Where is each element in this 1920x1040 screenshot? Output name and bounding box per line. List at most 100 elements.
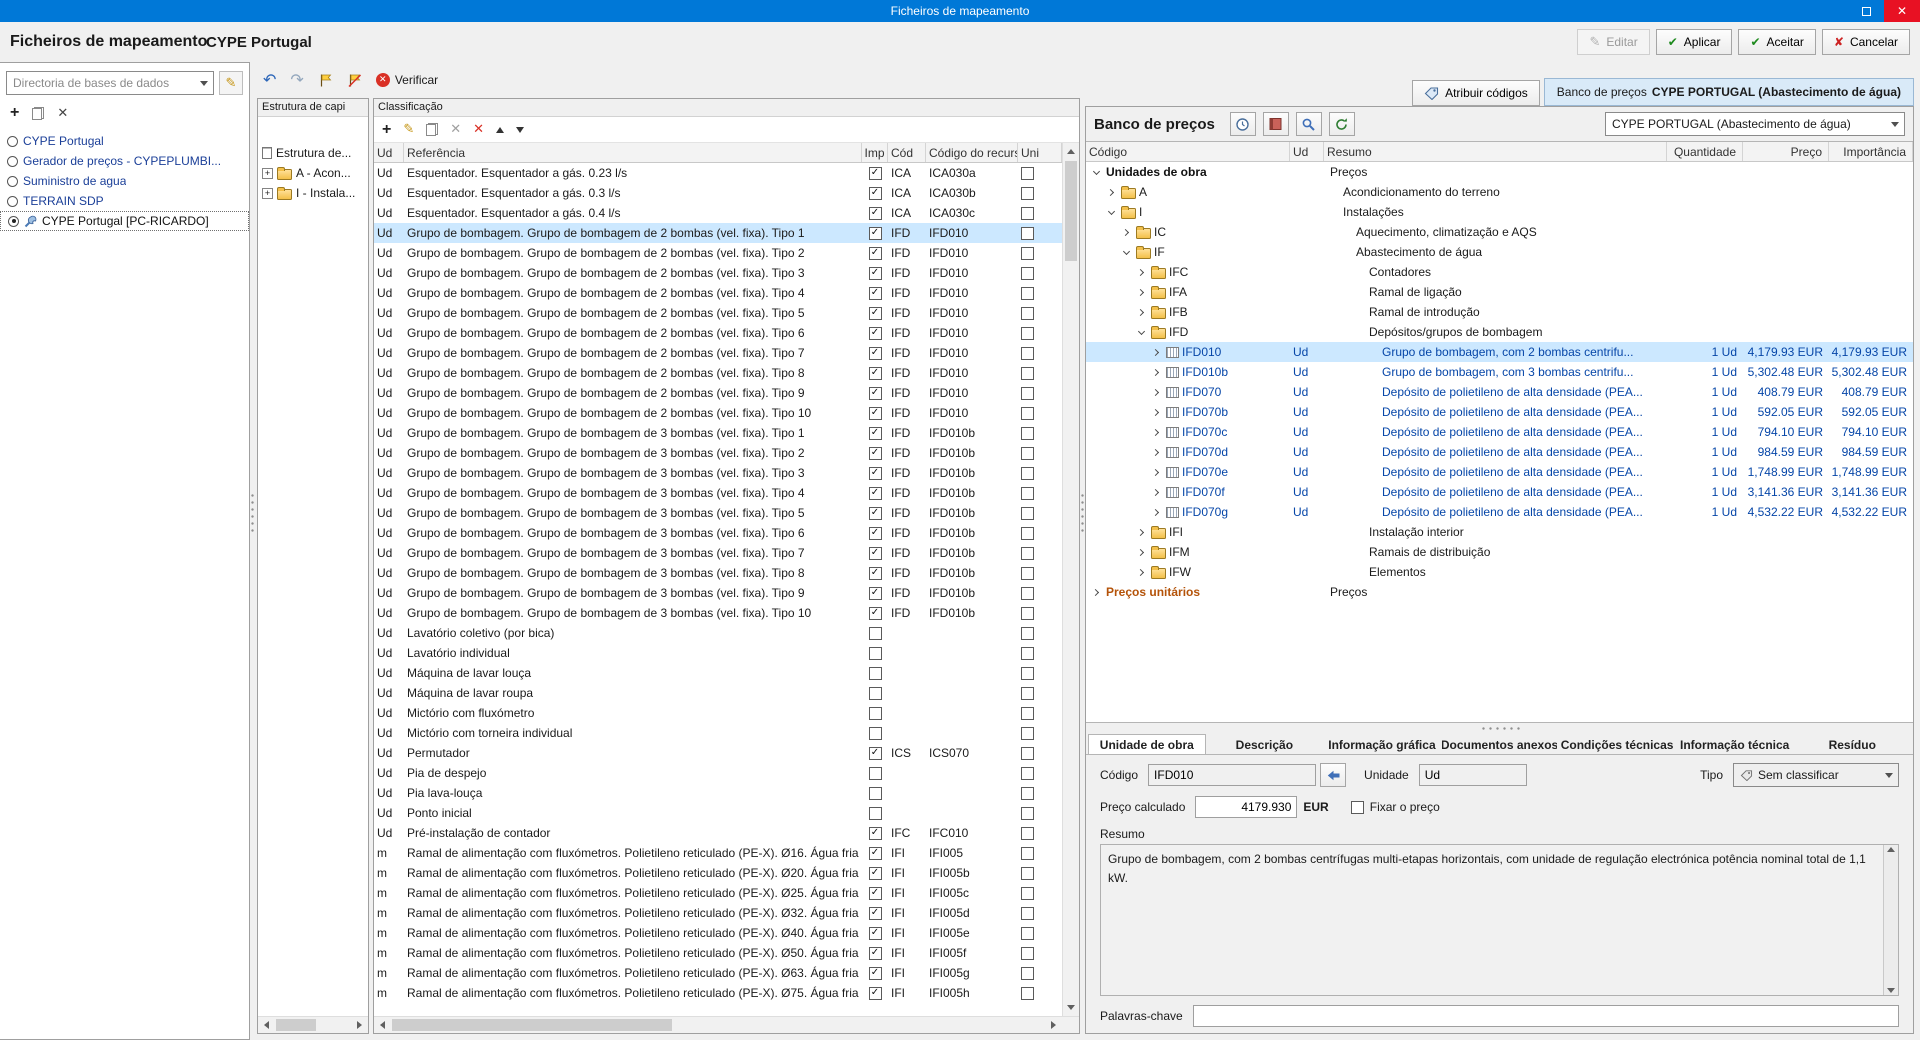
edit-row-icon[interactable]: ✎ bbox=[403, 123, 414, 136]
checkbox[interactable] bbox=[869, 807, 882, 820]
checkbox[interactable] bbox=[1021, 787, 1034, 800]
checkbox[interactable] bbox=[1021, 807, 1034, 820]
restore-button[interactable] bbox=[1848, 0, 1884, 22]
close-button[interactable]: ✕ bbox=[1884, 0, 1920, 22]
classificacao-row[interactable]: UdGrupo de bombagem. Grupo de bombagem d… bbox=[374, 563, 1062, 583]
banco-row[interactable]: IFD010bUdGrupo de bombagem, com 3 bombas… bbox=[1086, 362, 1913, 382]
checkbox[interactable] bbox=[1021, 207, 1034, 220]
banco-row[interactable]: IFD070gUdDepósito de polietileno de alta… bbox=[1086, 502, 1913, 522]
banco-row[interactable]: Unidades de obraPreços bbox=[1086, 162, 1913, 182]
col-uni[interactable]: Uni bbox=[1018, 143, 1062, 162]
copy-row-icon[interactable] bbox=[426, 123, 438, 136]
checkbox[interactable] bbox=[1021, 167, 1034, 180]
tab-informa-o-t-cnica[interactable]: Informação técnica bbox=[1676, 734, 1794, 754]
banco-row[interactable]: IFBRamal de introdução bbox=[1086, 302, 1913, 322]
checkbox[interactable] bbox=[1021, 727, 1034, 740]
classificacao-row[interactable]: mRamal de alimentação com fluxómetros. P… bbox=[374, 943, 1062, 963]
fixar-preco-checkbox[interactable] bbox=[1351, 801, 1364, 814]
tipo-dropdown[interactable]: Sem classificar bbox=[1733, 763, 1899, 787]
col-quantidade[interactable]: Quantidade bbox=[1667, 142, 1743, 161]
checkbox[interactable] bbox=[1021, 427, 1034, 440]
banco-row[interactable]: Preços unitáriosPreços bbox=[1086, 582, 1913, 602]
classificacao-row[interactable]: mRamal de alimentação com fluxómetros. P… bbox=[374, 883, 1062, 903]
banco-row[interactable]: AAcondicionamento do terreno bbox=[1086, 182, 1913, 202]
verificar-button[interactable]: ✕ Verificar bbox=[376, 73, 438, 87]
checkbox[interactable] bbox=[1021, 527, 1034, 540]
classificacao-row[interactable]: mRamal de alimentação com fluxómetros. P… bbox=[374, 903, 1062, 923]
checkbox[interactable]: ✓ bbox=[869, 427, 882, 440]
aplicar-button[interactable]: ✔ Aplicar bbox=[1656, 29, 1733, 55]
scroll-right-icon[interactable] bbox=[351, 1017, 368, 1033]
checkbox[interactable]: ✓ bbox=[869, 227, 882, 240]
checkbox[interactable]: ✓ bbox=[869, 567, 882, 580]
col-codigo-recurso[interactable]: Código do recurso bbox=[926, 143, 1018, 162]
banco-dropdown[interactable]: CYPE PORTUGAL (Abastecimento de água) bbox=[1605, 112, 1905, 136]
left-splitter[interactable] bbox=[250, 62, 255, 1040]
database-list-item[interactable]: Suministro de agua bbox=[0, 171, 249, 191]
estrutura-node[interactable]: +I - Instala... bbox=[258, 183, 368, 203]
palavras-chave-input[interactable] bbox=[1193, 1005, 1899, 1027]
banco-row[interactable]: IFWElementos bbox=[1086, 562, 1913, 582]
tab-unidade-de-obra[interactable]: Unidade de obra bbox=[1088, 734, 1206, 754]
col-importancia[interactable]: Importância bbox=[1829, 142, 1913, 161]
expand-icon[interactable] bbox=[1104, 190, 1118, 195]
checkbox[interactable] bbox=[869, 767, 882, 780]
expand-icon[interactable] bbox=[1089, 590, 1103, 595]
checkbox[interactable]: ✓ bbox=[869, 467, 882, 480]
expand-icon[interactable] bbox=[1149, 490, 1163, 495]
collapse-icon[interactable] bbox=[1089, 171, 1103, 174]
checkbox[interactable]: ✓ bbox=[869, 967, 882, 980]
classificacao-row[interactable]: UdGrupo de bombagem. Grupo de bombagem d… bbox=[374, 483, 1062, 503]
banco-row[interactable]: ICAquecimento, climatização e AQS bbox=[1086, 222, 1913, 242]
expand-icon[interactable] bbox=[1149, 430, 1163, 435]
expand-icon[interactable] bbox=[1134, 270, 1148, 275]
col-cod[interactable]: Cód bbox=[888, 143, 926, 162]
banco-row[interactable]: IFD070eUdDepósito de polietileno de alta… bbox=[1086, 462, 1913, 482]
checkbox[interactable]: ✓ bbox=[869, 867, 882, 880]
checkbox[interactable] bbox=[1021, 907, 1034, 920]
tab-res-duo[interactable]: Resíduo bbox=[1793, 734, 1911, 754]
expand-icon[interactable] bbox=[1134, 550, 1148, 555]
classificacao-row[interactable]: mRamal de alimentação com fluxómetros. P… bbox=[374, 963, 1062, 983]
classificacao-row[interactable]: UdMictório com torneira individual bbox=[374, 723, 1062, 743]
checkbox[interactable] bbox=[1021, 347, 1034, 360]
checkbox[interactable] bbox=[1021, 767, 1034, 780]
checkbox[interactable] bbox=[1021, 187, 1034, 200]
redo-icon[interactable]: ↷ bbox=[290, 72, 303, 88]
copy-code-button[interactable] bbox=[1320, 763, 1346, 787]
classificacao-row[interactable]: mRamal de alimentação com fluxómetros. P… bbox=[374, 983, 1062, 1003]
scrollbar-thumb[interactable] bbox=[392, 1019, 672, 1031]
checkbox[interactable] bbox=[1021, 387, 1034, 400]
checkbox[interactable]: ✓ bbox=[869, 287, 882, 300]
classificacao-row[interactable]: UdGrupo de bombagem. Grupo de bombagem d… bbox=[374, 403, 1062, 423]
banco-row[interactable]: IFD070UdDepósito de polietileno de alta … bbox=[1086, 382, 1913, 402]
expand-icon[interactable] bbox=[1149, 410, 1163, 415]
classificacao-row[interactable]: UdPonto inicial bbox=[374, 803, 1062, 823]
checkbox[interactable] bbox=[1021, 887, 1034, 900]
classificacao-row[interactable]: UdGrupo de bombagem. Grupo de bombagem d… bbox=[374, 343, 1062, 363]
classificacao-row[interactable]: mRamal de alimentação com fluxómetros. P… bbox=[374, 843, 1062, 863]
add-row-icon[interactable]: + bbox=[382, 122, 391, 138]
tab-condi-es-t-cnicas[interactable]: Condições técnicas bbox=[1558, 734, 1676, 754]
expand-icon[interactable] bbox=[1119, 230, 1133, 235]
checkbox[interactable] bbox=[1021, 507, 1034, 520]
banco-row[interactable]: IFCContadores bbox=[1086, 262, 1913, 282]
assign-flag-icon[interactable] bbox=[318, 73, 333, 88]
estrutura-node[interactable]: Estrutura de... bbox=[258, 143, 368, 163]
codigo-input[interactable] bbox=[1148, 764, 1316, 786]
checkbox[interactable]: ✓ bbox=[869, 927, 882, 940]
delete-database-icon[interactable]: ✕ bbox=[57, 107, 68, 120]
classificacao-row[interactable]: UdGrupo de bombagem. Grupo de bombagem d… bbox=[374, 383, 1062, 403]
expand-icon[interactable] bbox=[1134, 290, 1148, 295]
checkbox[interactable] bbox=[869, 647, 882, 660]
move-up-icon[interactable] bbox=[496, 127, 504, 133]
directory-dropdown[interactable]: Directoria de bases de dados bbox=[6, 71, 214, 95]
classificacao-row[interactable]: UdGrupo de bombagem. Grupo de bombagem d… bbox=[374, 443, 1062, 463]
scroll-right-icon[interactable] bbox=[1045, 1017, 1062, 1033]
checkbox[interactable]: ✓ bbox=[869, 747, 882, 760]
classificacao-row[interactable]: UdMáquina de lavar roupa bbox=[374, 683, 1062, 703]
checkbox[interactable]: ✓ bbox=[869, 847, 882, 860]
banco-row[interactable]: IFD070fUdDepósito de polietileno de alta… bbox=[1086, 482, 1913, 502]
checkbox[interactable] bbox=[1021, 567, 1034, 580]
checkbox[interactable] bbox=[1021, 227, 1034, 240]
